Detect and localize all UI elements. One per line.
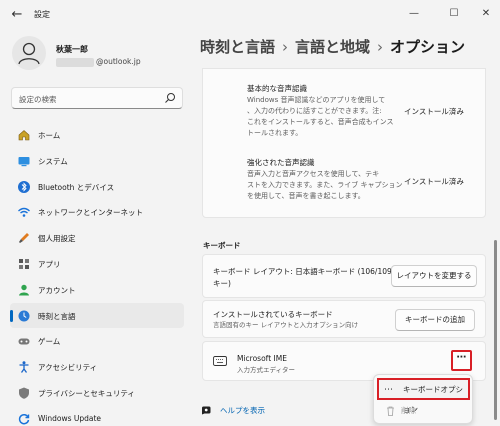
keyboard-layout-card: キーボード レイアウト: 日本語キーボード (106/109 キー) レイアウト… bbox=[202, 254, 486, 298]
search-placeholder: 設定の検索 bbox=[19, 95, 57, 104]
person-icon bbox=[18, 42, 40, 65]
sidebar-item-label: システム bbox=[38, 156, 68, 166]
installed-keyboards-title: インストールされているキーボード bbox=[213, 310, 333, 319]
avatar bbox=[12, 36, 46, 70]
sidebar-item-label: 時刻と言語 bbox=[38, 311, 76, 321]
sidebar-item-label: ゲーム bbox=[38, 337, 61, 347]
sidebar-item-label: Bluetooth とデバイス bbox=[38, 182, 115, 192]
ime-title: Microsoft IME bbox=[237, 354, 287, 363]
sidebar-item-time-language[interactable]: 時刻と言語 bbox=[10, 302, 184, 329]
keyboard-layout-label: キー) bbox=[213, 279, 231, 288]
sidebar-item-apps[interactable]: アプリ bbox=[10, 251, 184, 277]
shield-icon bbox=[19, 387, 29, 399]
sidebar-item-label: Windows Update bbox=[38, 413, 102, 423]
keyboard-options-menu-item[interactable]: ⋯ キーボードオプション bbox=[377, 378, 470, 414]
apps-icon bbox=[19, 258, 29, 269]
page-title: オプション bbox=[390, 38, 466, 56]
help-icon bbox=[202, 406, 211, 415]
gaming-icon bbox=[18, 338, 30, 345]
windows-update-icon bbox=[18, 413, 30, 425]
search-input[interactable]: 設定の検索 bbox=[11, 87, 183, 109]
enhanced-speech-desc-line: ストを入力できます。また、ライブ キャプション bbox=[247, 181, 403, 189]
app-title: 設定 bbox=[34, 10, 50, 19]
network-icon bbox=[18, 208, 30, 218]
sidebar-item-home[interactable]: ホーム bbox=[10, 122, 184, 148]
sidebar-item-accounts[interactable]: アカウント bbox=[10, 277, 184, 303]
basic-speech-desc-line: 、入力の代わりに話すことができます。注: bbox=[247, 107, 382, 115]
sidebar-item-label: アクセシビリティ bbox=[38, 363, 98, 373]
more-icon: ⋯ bbox=[384, 385, 393, 395]
user-email: @outlook.jp bbox=[96, 57, 141, 66]
accounts-icon bbox=[19, 284, 29, 296]
enhanced-speech-status: インストール済み bbox=[404, 177, 464, 186]
sidebar-item-accessibility[interactable]: アクセシビリティ bbox=[10, 354, 184, 380]
enhanced-speech-title: 強化された音声認識 bbox=[247, 158, 315, 167]
basic-speech-desc-line: トールされます。 bbox=[247, 129, 303, 137]
more-options-button[interactable]: ⋯ bbox=[451, 350, 472, 371]
ime-desc: 入力方式エディター bbox=[237, 366, 296, 374]
minimize-button[interactable]: — bbox=[404, 5, 424, 23]
accessibility-icon bbox=[19, 361, 29, 374]
sidebar-item-label: 個人用設定 bbox=[38, 234, 76, 244]
menu-item-label: 削除 bbox=[401, 406, 416, 415]
sidebar-item-system[interactable]: システム bbox=[10, 148, 184, 174]
add-keyboard-button[interactable]: キーボードの追加 bbox=[395, 309, 475, 331]
help-link[interactable]: ヘルプを表示 bbox=[220, 405, 265, 416]
sidebar-item-windows-update[interactable]: Windows Update bbox=[10, 406, 184, 426]
installed-keyboards-card: インストールされているキーボード 言語固有のキー レイアウトと入力オプション向け… bbox=[202, 300, 486, 338]
keyboard-section-header: キーボード bbox=[203, 241, 241, 250]
breadcrumb-language-region[interactable]: 言語と地域 bbox=[295, 38, 370, 56]
email-redaction bbox=[56, 58, 94, 67]
remove-menu-item[interactable]: 削除 bbox=[377, 401, 470, 423]
sidebar-item-bluetooth[interactable]: Bluetooth とデバイス bbox=[10, 174, 184, 200]
breadcrumb-separator: › bbox=[377, 38, 384, 56]
basic-speech-status: インストール済み bbox=[404, 107, 464, 116]
basic-speech-desc-line: Windows 音声認識などのアプリを使用して bbox=[247, 96, 386, 104]
sidebar-item-gaming[interactable]: ゲーム bbox=[10, 328, 184, 354]
maximize-button[interactable]: ☐ bbox=[444, 5, 464, 23]
user-profile[interactable]: 秋葉一郎 @outlook.jp bbox=[12, 36, 182, 76]
sidebar-nav: ホーム システム Bluetooth とデバイス ネットワークとインターネット … bbox=[10, 122, 184, 426]
change-layout-button[interactable]: レイアウトを変更する bbox=[391, 265, 477, 287]
sidebar-item-label: アカウント bbox=[38, 285, 76, 295]
sidebar-item-label: ネットワークとインターネット bbox=[38, 208, 143, 218]
breadcrumb-time-language[interactable]: 時刻と言語 bbox=[200, 38, 275, 56]
time-language-icon bbox=[18, 310, 30, 322]
breadcrumb-separator: › bbox=[282, 38, 289, 56]
installed-keyboards-desc: 言語固有のキー レイアウトと入力オプション向け bbox=[213, 321, 359, 329]
sidebar-item-network[interactable]: ネットワークとインターネット bbox=[10, 199, 184, 225]
keyboard-layout-label: キーボード レイアウト: 日本語キーボード (106/109 bbox=[213, 267, 392, 276]
enhanced-speech-desc-line: 音声入力と音声アクセスを使用して、テキ bbox=[247, 170, 380, 178]
trash-icon bbox=[387, 406, 394, 416]
user-name: 秋葉一郎 bbox=[56, 45, 88, 54]
basic-speech-title: 基本的な音声認識 bbox=[247, 84, 307, 93]
back-button[interactable]: ← bbox=[8, 6, 26, 24]
home-icon bbox=[18, 130, 30, 141]
search-icon bbox=[165, 93, 175, 103]
breadcrumb: 時刻と言語 › 言語と地域 › オプション bbox=[200, 36, 465, 57]
sidebar-item-label: アプリ bbox=[38, 259, 61, 269]
sidebar-item-privacy[interactable]: プライバシーとセキュリティ bbox=[10, 380, 184, 406]
speech-options-card: 基本的な音声認識 Windows 音声認識などのアプリを使用して 、入力の代わり… bbox=[202, 68, 486, 218]
basic-speech-desc-line: これをインストールすると、音声合成もインス bbox=[247, 118, 394, 126]
enhanced-speech-desc-line: を使用して、音声を書き起こします。 bbox=[247, 192, 365, 200]
sidebar-item-personalization[interactable]: 個人用設定 bbox=[10, 225, 184, 251]
sidebar-item-label: プライバシーとセキュリティ bbox=[38, 388, 135, 398]
system-icon bbox=[18, 156, 30, 166]
context-menu: ⋯ キーボードオプション 削除 bbox=[373, 374, 473, 424]
title-bar: ← 設定 — ☐ ✕ bbox=[0, 0, 500, 30]
personalization-icon bbox=[19, 233, 29, 244]
bluetooth-icon bbox=[18, 180, 30, 193]
close-button[interactable]: ✕ bbox=[476, 5, 496, 23]
sidebar-item-label: ホーム bbox=[38, 131, 61, 140]
keyboard-icon bbox=[213, 356, 227, 366]
scrollbar[interactable] bbox=[494, 240, 497, 420]
